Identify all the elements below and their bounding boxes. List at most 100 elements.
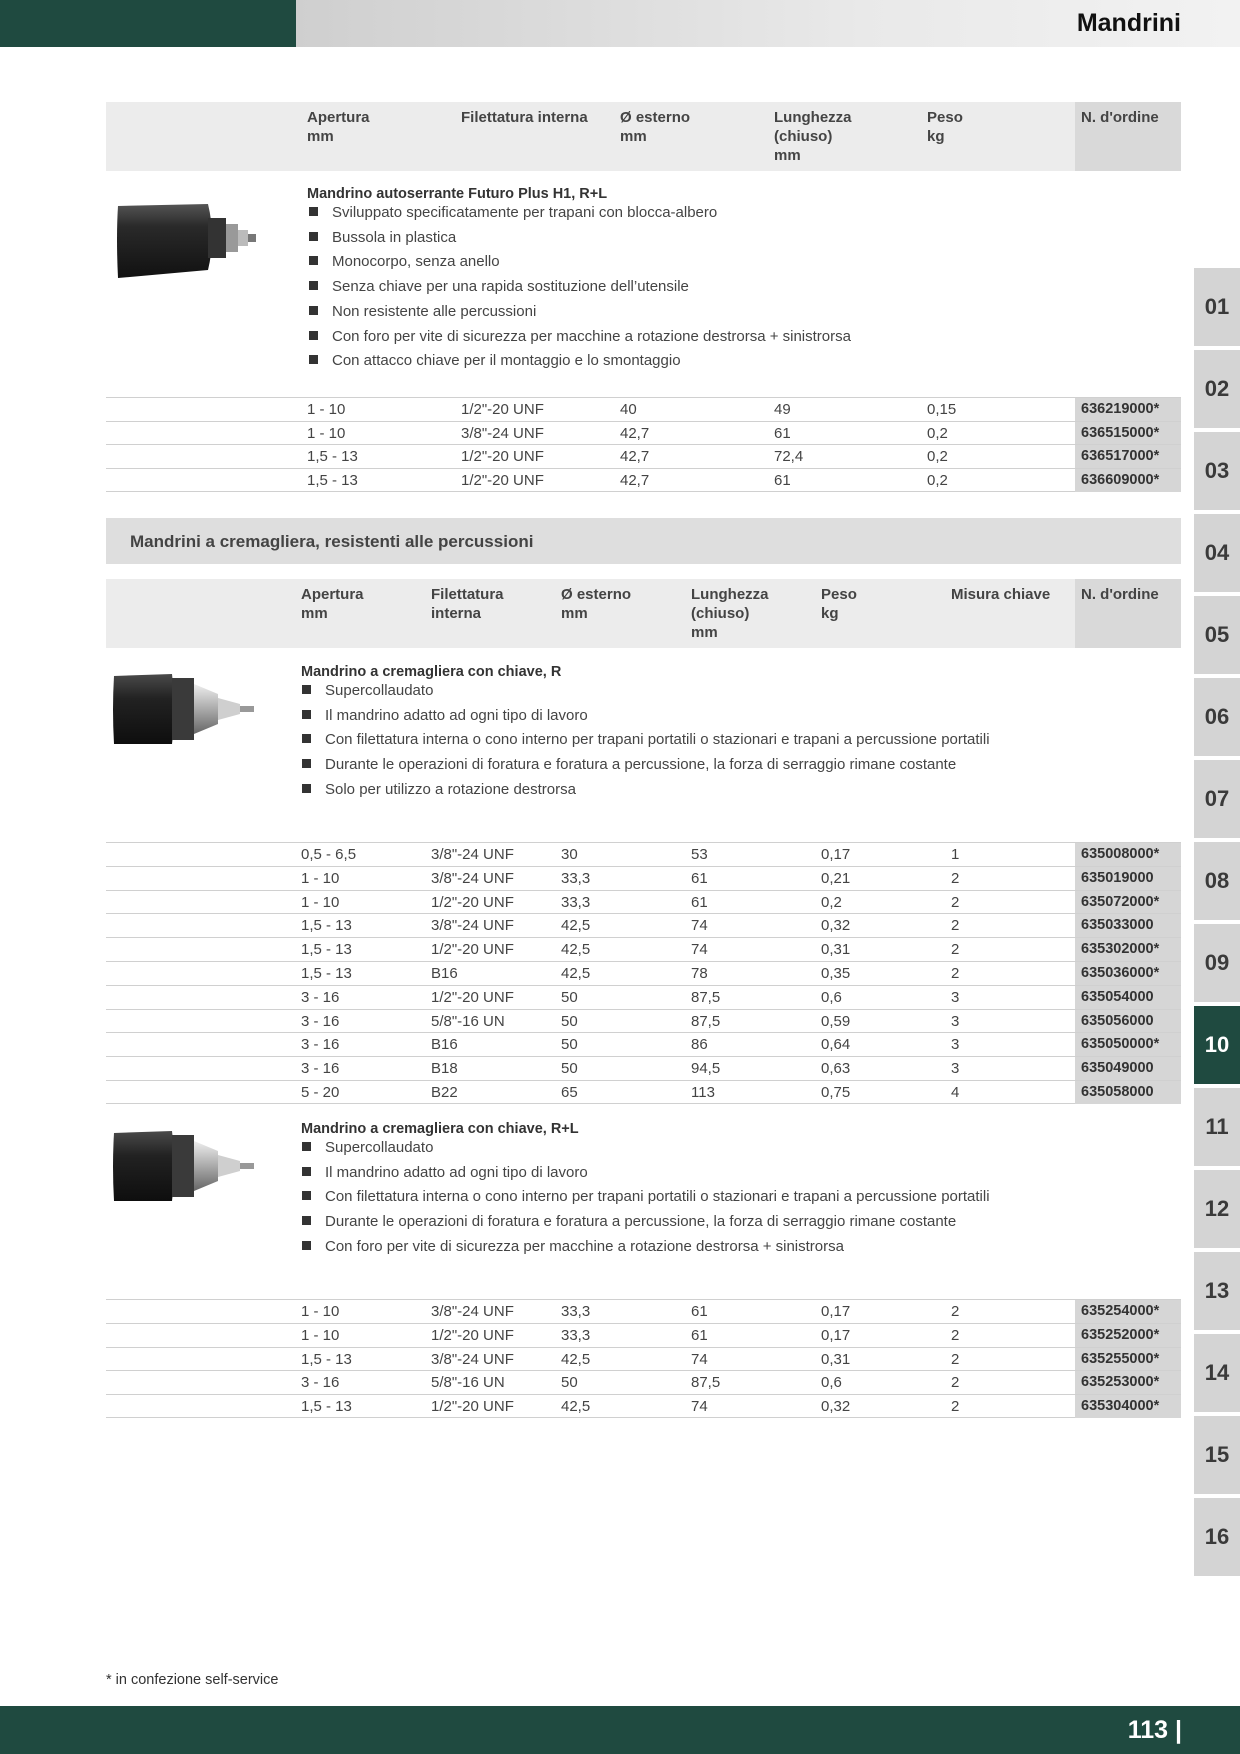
order-number: 635054000 <box>1075 985 1181 1009</box>
table-cell: 2 <box>951 941 960 959</box>
chapter-tab-09[interactable]: 09 <box>1194 924 1240 1002</box>
chapter-tab-16[interactable]: 16 <box>1194 1498 1240 1576</box>
table-row: 1,5 - 13 1/2"-20 UNF 42,7 72,4 0,2 636517000* <box>106 444 1181 469</box>
feature-item: Con filettatura interna o cono interno p… <box>302 731 990 748</box>
table-cell: B18 <box>431 1060 458 1078</box>
table-cell: 42,5 <box>561 917 591 935</box>
chapter-tab-03[interactable]: 03 <box>1194 432 1240 510</box>
table-cell: 3 <box>951 1060 960 1078</box>
table-cell: 61 <box>774 472 791 490</box>
table-cell: 2 <box>951 1326 960 1344</box>
table-cell: 4 <box>951 1084 960 1101</box>
table-cell: 50 <box>561 1036 578 1054</box>
table-cell: 42,7 <box>620 424 650 442</box>
table-cell: 87,5 <box>691 1374 721 1392</box>
chapter-tab-08[interactable]: 08 <box>1194 842 1240 920</box>
table-cell: 50 <box>561 1012 578 1030</box>
feature-item: Il mandrino adatto ad ogni tipo di lavor… <box>302 707 588 724</box>
table-cell: 0,21 <box>821 869 851 887</box>
chapter-tab-02[interactable]: 02 <box>1194 350 1240 428</box>
chapter-tab-10[interactable]: 10 <box>1194 1006 1240 1084</box>
table-row: 1 - 10 3/8"-24 UNF 33,3 61 0,17 2 635254000* <box>106 1299 1181 1323</box>
table-cell: B16 <box>431 1036 458 1054</box>
table-cell: 74 <box>691 1398 708 1416</box>
table-cell: 0,2 <box>927 472 948 490</box>
chapter-tab-01[interactable]: 01 <box>1194 268 1240 346</box>
table-cell: 1/2"-20 UNF <box>461 472 544 490</box>
feature-item: Con foro per vite di sicurezza per macch… <box>302 1238 844 1255</box>
table-cell: 5/8"-16 UN <box>431 1374 505 1392</box>
table-cell: 3/8"-24 UNF <box>431 1303 514 1320</box>
column-header: N. d'ordine <box>1081 586 1159 603</box>
feature-item: Con attacco chiave per il montaggio e lo… <box>309 352 681 369</box>
table-cell: 78 <box>691 965 708 982</box>
table-cell: 3 - 16 <box>301 1036 340 1054</box>
feature-item: Non resistente alle percussioni <box>309 303 536 320</box>
table-cell: 1 - 10 <box>307 424 346 442</box>
table-cell: 33,3 <box>561 869 591 887</box>
order-number: 635302000* <box>1075 938 1181 962</box>
chapter-tab-05[interactable]: 05 <box>1194 596 1240 674</box>
table-cell: 1 - 10 <box>307 401 346 418</box>
order-number: 635019000 <box>1075 866 1181 890</box>
table-cell: 5 - 20 <box>301 1084 340 1101</box>
table-cell: 0,64 <box>821 1036 851 1054</box>
keyed-chuck-image <box>113 1131 254 1201</box>
table-cell: 1/2"-20 UNF <box>431 1326 514 1344</box>
chapter-tab-07[interactable]: 07 <box>1194 760 1240 838</box>
table-cell: 2 <box>951 965 960 982</box>
table-cell: 50 <box>561 1374 578 1392</box>
feature-item: Con filettatura interna o cono interno p… <box>302 1188 990 1205</box>
table-row: 1 - 10 3/8"-24 UNF 33,3 61 0,21 2 635019000 <box>106 865 1181 890</box>
table-row: 3 - 16 B16 50 86 0,64 3 635050000* <box>106 1032 1181 1057</box>
table-cell: 1/2"-20 UNF <box>431 1398 514 1416</box>
table-cell: 3/8"-24 UNF <box>431 869 514 887</box>
order-number: 635253000* <box>1075 1371 1181 1395</box>
table-cell: 3/8"-24 UNF <box>431 1350 514 1368</box>
product-title: Mandrino a cremagliera con chiave, R+L <box>301 1121 579 1137</box>
table-cell: 1,5 - 13 <box>301 917 352 935</box>
section-title: Mandrini a cremagliera, resistenti alle … <box>130 532 534 551</box>
table-cell: 0,63 <box>821 1060 851 1078</box>
chapter-tab-15[interactable]: 15 <box>1194 1416 1240 1494</box>
chapter-tab-11[interactable]: 11 <box>1194 1088 1240 1166</box>
table-cell: 0,6 <box>821 1374 842 1392</box>
table-row: 1,5 - 13 1/2"-20 UNF 42,5 74 0,32 2 635304000* <box>106 1394 1181 1419</box>
table-cell: 1 - 10 <box>301 869 340 887</box>
table-cell: 61 <box>774 424 791 442</box>
table-cell: 42,5 <box>561 1350 591 1368</box>
table-cell: 1/2"-20 UNF <box>461 448 544 466</box>
feature-item: Con foro per vite di sicurezza per macch… <box>309 328 851 345</box>
table-cell: 2 <box>951 1350 960 1368</box>
chapter-tab-04[interactable]: 04 <box>1194 514 1240 592</box>
table-cell: 3 - 16 <box>301 1374 340 1392</box>
chapter-tab-14[interactable]: 14 <box>1194 1334 1240 1412</box>
feature-item: Bussola in plastica <box>309 229 456 246</box>
column-header: Ø esterno mm <box>620 109 691 145</box>
table-row: 3 - 16 5/8"-16 UN 50 87,5 0,6 2 635253000* <box>106 1370 1181 1395</box>
table-cell: 33,3 <box>561 1326 591 1344</box>
order-number: 636219000* <box>1075 398 1181 421</box>
feature-item: Durante le operazioni di foratura e fora… <box>302 1213 956 1230</box>
table-cell: 0,59 <box>821 1012 851 1030</box>
chapter-tab-06[interactable]: 06 <box>1194 678 1240 756</box>
order-number: 635255000* <box>1075 1347 1181 1371</box>
table-cell: 42,5 <box>561 1398 591 1416</box>
table-cell: 61 <box>691 893 708 911</box>
table-cell: 0,17 <box>821 1303 851 1320</box>
table-row: 1 - 10 1/2"-20 UNF 40 49 0,15 636219000* <box>106 397 1181 421</box>
table-cell: 3/8"-24 UNF <box>431 917 514 935</box>
chapter-tab-12[interactable]: 12 <box>1194 1170 1240 1248</box>
table-cell: 42,5 <box>561 941 591 959</box>
table-cell: 2 <box>951 1398 960 1416</box>
keyless-chuck-image <box>117 204 256 278</box>
table-row: 3 - 16 B18 50 94,5 0,63 3 635049000 <box>106 1056 1181 1081</box>
table-row: 1,5 - 13 3/8"-24 UNF 42,5 74 0,32 2 635033000 <box>106 913 1181 938</box>
table-row: 1,5 - 13 B16 42,5 78 0,35 2 635036000* <box>106 961 1181 985</box>
order-number: 635072000* <box>1075 890 1181 914</box>
chapter-tab-13[interactable]: 13 <box>1194 1252 1240 1330</box>
feature-item: Solo per utilizzo a rotazione destrorsa <box>302 781 576 798</box>
order-number: 635008000* <box>1075 843 1181 866</box>
page-number: 113 | <box>1127 1716 1182 1744</box>
order-number: 636609000* <box>1075 469 1181 493</box>
